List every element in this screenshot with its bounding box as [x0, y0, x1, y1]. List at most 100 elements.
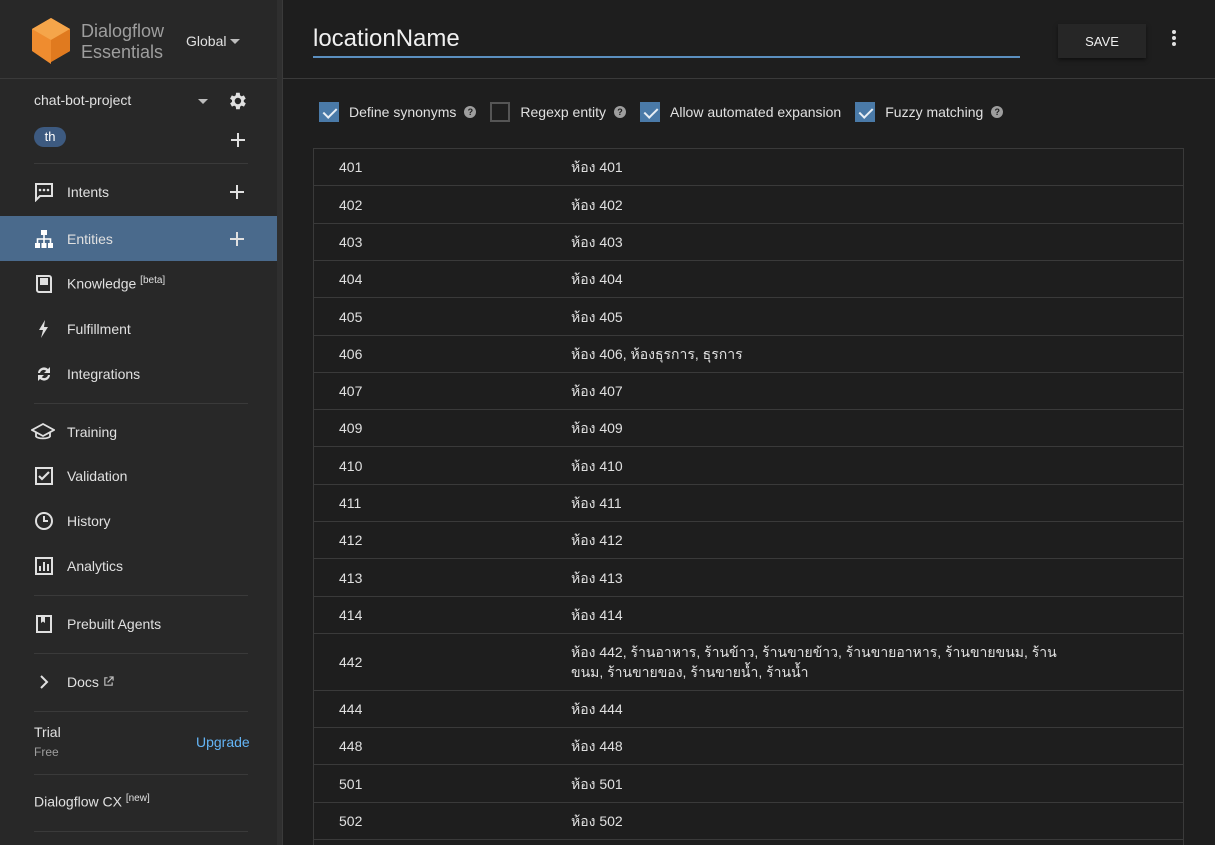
divider	[34, 653, 248, 654]
option-fuzzy-matching: Fuzzy matching ?	[855, 102, 1004, 122]
table-row[interactable]: 442 ห้อง 442, ร้านอาหาร, ร้านข้าว, ร้านขา…	[314, 634, 1183, 691]
define-synonyms-checkbox[interactable]	[319, 102, 339, 122]
sidebar-item-entities[interactable]: Entities	[0, 216, 277, 261]
sidebar-item-fulfillment[interactable]: Fulfillment	[0, 306, 277, 351]
sidebar-item-history[interactable]: History	[0, 498, 277, 543]
synonyms-value: ห้อง 502	[571, 813, 623, 829]
synonyms-value: ห้อง 444	[571, 701, 623, 717]
option-label: Define synonyms	[349, 104, 457, 120]
region-selector[interactable]: Global	[186, 33, 241, 49]
sidebar-item-validation[interactable]: Validation	[0, 453, 277, 498]
table-row[interactable]: 404 ห้อง 404	[314, 261, 1183, 298]
upgrade-link[interactable]: Upgrade	[196, 734, 250, 750]
table-row[interactable]: 410 ห้อง 410	[314, 447, 1183, 485]
reference-value: 407	[339, 383, 363, 399]
sidebar-item-knowledge[interactable]: Knowledge [beta]	[0, 261, 277, 306]
reference-value: 411	[339, 495, 362, 511]
plan-title: Trial	[34, 724, 61, 740]
synonyms-value: ห้อง 405	[571, 308, 623, 325]
table-row[interactable]: 444 ห้อง 444	[314, 691, 1183, 728]
entity-options: Define synonyms ? Regexp entity ? Allow …	[319, 101, 1017, 123]
dialogflow-cx-link[interactable]: Dialogflow CX [new]	[34, 793, 150, 810]
sidebar-item-label: Prebuilt Agents	[67, 615, 162, 632]
table-row[interactable]: 411 ห้อง 411	[314, 485, 1183, 522]
sync-icon	[38, 366, 50, 381]
reference-value: 502	[339, 813, 363, 829]
option-label: Allow automated expansion	[670, 104, 842, 120]
reference-value: 406	[339, 346, 363, 362]
lightning-icon	[39, 319, 48, 338]
option-automated-expansion: Allow automated expansion	[640, 102, 841, 122]
language-chip[interactable]: th	[34, 127, 66, 147]
synonyms-value: ห้อง 411	[571, 495, 622, 511]
sidebar-item-label: Docs	[67, 674, 114, 690]
reference-value: 444	[339, 701, 363, 717]
sidebar-item-integrations[interactable]: Integrations	[0, 351, 277, 396]
option-define-synonyms: Define synonyms ?	[319, 102, 477, 122]
sidebar-item-docs[interactable]: Docs	[0, 659, 277, 704]
divider	[34, 711, 248, 712]
add-entity-icon[interactable]	[230, 232, 244, 246]
table-row[interactable]: 401 ห้อง 401	[314, 149, 1183, 186]
table-row[interactable]: 414 ห้อง 414	[314, 597, 1183, 634]
regexp-entity-checkbox[interactable]	[490, 102, 511, 122]
table-row[interactable]: 406 ห้อง 406, ห้องธุรการ, ธุรการ	[314, 336, 1183, 373]
divider	[34, 774, 248, 775]
reference-value: 442	[339, 654, 363, 670]
divider	[34, 595, 248, 596]
divider	[34, 831, 248, 832]
chevron-right-icon	[40, 674, 49, 689]
option-label: Fuzzy matching	[885, 104, 984, 120]
sidebar-item-training[interactable]: Training	[0, 409, 277, 454]
brand-header: Dialogflow Essentials Global	[0, 0, 277, 79]
add-intent-icon[interactable]	[230, 185, 244, 199]
chat-bubble-icon	[35, 182, 53, 202]
fuzzy-matching-checkbox[interactable]	[855, 102, 876, 122]
reference-value: 404	[339, 271, 363, 287]
save-button[interactable]: SAVE	[1058, 24, 1146, 58]
sidebar-item-analytics[interactable]: Analytics	[0, 543, 277, 588]
help-icon[interactable]: ?	[464, 106, 477, 118]
reference-value: 414	[339, 607, 363, 623]
table-row[interactable]: 405 ห้อง 405	[314, 298, 1183, 336]
sidebar-item-label: Integrations	[67, 365, 141, 382]
table-row[interactable]: 407 ห้อง 407	[314, 373, 1183, 410]
reference-value: 412	[339, 532, 363, 548]
synonyms-value: ห้อง 448	[571, 738, 623, 754]
entity-header: SAVE	[283, 0, 1215, 79]
synonyms-value: ห้อง 402	[571, 196, 623, 213]
more-options-icon[interactable]	[1169, 30, 1179, 48]
table-row[interactable]: 413 ห้อง 413	[314, 559, 1183, 597]
add-language-icon[interactable]	[231, 133, 245, 147]
table-row[interactable]: 412 ห้อง 412	[314, 522, 1183, 559]
table-row[interactable]: 403 ห้อง 403	[314, 224, 1183, 261]
help-icon[interactable]: ?	[991, 106, 1004, 118]
table-row[interactable]: 409 ห้อง 409	[314, 410, 1183, 447]
sidebar-item-intents[interactable]: Intents	[0, 169, 277, 214]
reference-value: 413	[339, 569, 363, 586]
sidebar-item-label: Knowledge [beta]	[67, 275, 166, 292]
help-icon[interactable]: ?	[614, 106, 626, 118]
project-name[interactable]: chat-bot-project	[34, 92, 131, 108]
divider	[34, 403, 248, 404]
table-row[interactable]: 448 ห้อง 448	[314, 728, 1183, 765]
table-row[interactable]: 502 ห้อง 502	[314, 803, 1183, 840]
synonyms-value: ห้อง 403	[571, 234, 623, 250]
chevron-down-icon	[230, 38, 241, 44]
sidebar-item-label: Entities	[67, 230, 113, 247]
automated-expansion-checkbox[interactable]	[640, 102, 660, 122]
entity-name-input[interactable]	[313, 22, 1020, 58]
synonyms-value: ห้อง 442, ร้านอาหาร, ร้านข้าว, ร้านขายข้…	[571, 644, 1057, 680]
synonyms-value: ห้อง 409	[571, 420, 623, 436]
table-row[interactable]: 501 ห้อง 501	[314, 765, 1183, 803]
reference-value: 402	[339, 196, 363, 213]
sidebar-item-prebuilt-agents[interactable]: Prebuilt Agents	[0, 601, 277, 646]
book-bookmark-icon	[36, 614, 52, 633]
gear-icon[interactable]	[226, 90, 248, 112]
synonyms-value: ห้อง 410	[571, 457, 623, 474]
reference-value: 409	[339, 420, 363, 436]
project-dropdown-icon[interactable]	[198, 99, 208, 104]
sidebar-scrollbar[interactable]	[277, 0, 283, 845]
table-row[interactable]: 402 ห้อง 402	[314, 186, 1183, 224]
bar-chart-icon	[35, 556, 53, 575]
